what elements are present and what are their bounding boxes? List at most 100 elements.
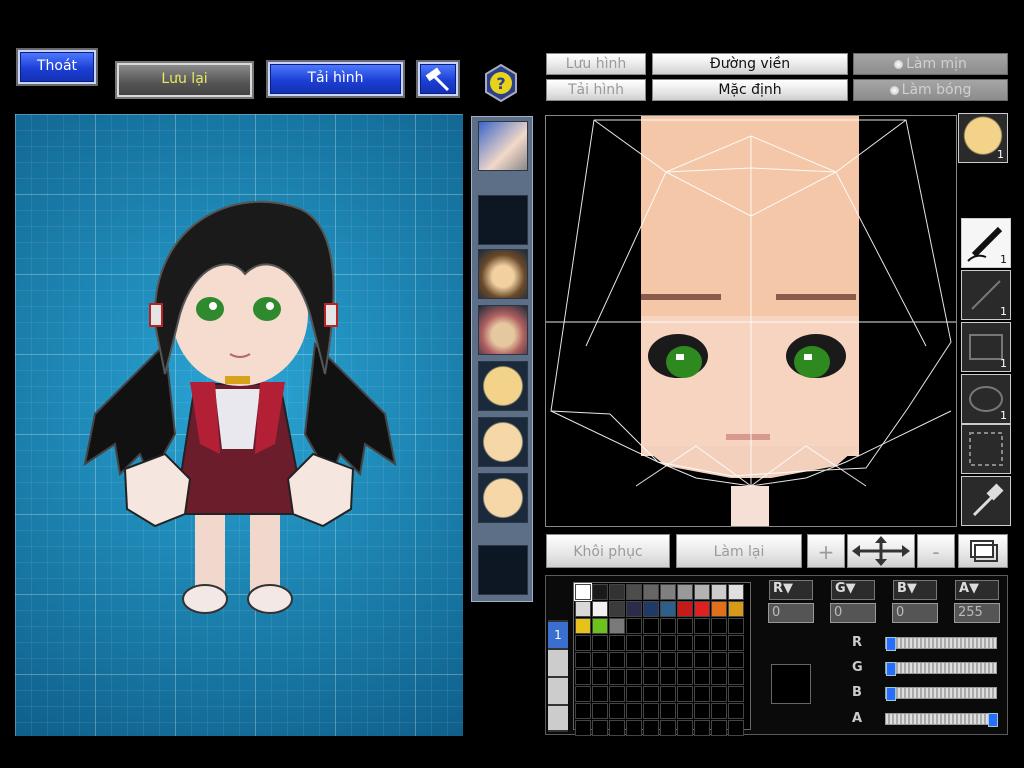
layer-tab[interactable] xyxy=(548,650,568,676)
palette-swatch[interactable] xyxy=(677,652,693,668)
green-channel-dropdown[interactable]: G▼ xyxy=(831,580,875,600)
palette-swatch[interactable] xyxy=(728,618,744,634)
green-slider[interactable] xyxy=(885,662,997,676)
palette-swatch[interactable] xyxy=(660,720,676,736)
layer-toggle-button[interactable] xyxy=(958,534,1008,568)
palette-swatch[interactable] xyxy=(575,720,591,736)
palette-swatch[interactable] xyxy=(575,635,591,651)
palette-swatch[interactable] xyxy=(592,720,608,736)
load-button[interactable]: Tải hình xyxy=(266,60,405,98)
palette-swatch[interactable] xyxy=(643,635,659,651)
selection-tool[interactable] xyxy=(961,424,1011,474)
palette-swatch[interactable] xyxy=(592,669,608,685)
palette-swatch[interactable] xyxy=(575,669,591,685)
palette-swatch[interactable] xyxy=(660,703,676,719)
palette-swatch[interactable] xyxy=(711,618,727,634)
preview-face-button[interactable]: 1 xyxy=(958,113,1008,163)
palette-swatch[interactable] xyxy=(694,601,710,617)
save-image-button[interactable]: Lưu hình xyxy=(546,53,646,75)
palette-swatch[interactable] xyxy=(660,669,676,685)
green-slider-knob[interactable] xyxy=(886,662,896,676)
palette-swatch[interactable] xyxy=(643,720,659,736)
save-button[interactable]: Lưu lại xyxy=(115,61,254,99)
palette-swatch[interactable] xyxy=(711,703,727,719)
palette-swatch[interactable] xyxy=(643,601,659,617)
palette-swatch[interactable] xyxy=(677,601,693,617)
palette-swatch[interactable] xyxy=(660,686,676,702)
palette-swatch[interactable] xyxy=(677,703,693,719)
palette-swatch[interactable] xyxy=(575,703,591,719)
palette-swatch[interactable] xyxy=(575,601,591,617)
palette-swatch[interactable] xyxy=(592,584,608,600)
palette-swatch[interactable] xyxy=(643,652,659,668)
palette-swatch[interactable] xyxy=(592,618,608,634)
palette-swatch[interactable] xyxy=(694,584,710,600)
part-thumbnail-outfit[interactable] xyxy=(478,305,528,355)
palette-swatch[interactable] xyxy=(660,618,676,634)
red-value-field[interactable]: 0 xyxy=(768,603,814,623)
shading-toggle[interactable]: Làm bóng xyxy=(853,79,1008,101)
restore-button[interactable]: Khôi phục xyxy=(546,534,670,568)
palette-swatch[interactable] xyxy=(711,686,727,702)
palette-swatch[interactable] xyxy=(728,703,744,719)
palette-swatch[interactable] xyxy=(677,584,693,600)
palette-swatch[interactable] xyxy=(626,618,642,634)
exit-button[interactable]: Thoát xyxy=(16,48,98,86)
part-thumbnail-empty[interactable] xyxy=(478,195,528,245)
palette-swatch[interactable] xyxy=(609,635,625,651)
palette-swatch[interactable] xyxy=(609,584,625,600)
palette-swatch[interactable] xyxy=(626,584,642,600)
red-slider[interactable] xyxy=(885,637,997,651)
red-channel-dropdown[interactable]: R▼ xyxy=(769,580,813,600)
alpha-value-field[interactable]: 255 xyxy=(954,603,1000,623)
green-value-field[interactable]: 0 xyxy=(830,603,876,623)
palette-swatch[interactable] xyxy=(609,686,625,702)
layer-tab-active[interactable]: 1 xyxy=(548,622,568,648)
character-preview[interactable] xyxy=(15,114,463,736)
pixel-editor-canvas[interactable] xyxy=(545,115,957,527)
palette-swatch[interactable] xyxy=(609,669,625,685)
blue-value-field[interactable]: 0 xyxy=(892,603,938,623)
palette-swatch[interactable] xyxy=(677,686,693,702)
red-slider-knob[interactable] xyxy=(886,637,896,651)
palette-swatch[interactable] xyxy=(728,584,744,600)
palette-swatch[interactable] xyxy=(643,584,659,600)
palette-swatch[interactable] xyxy=(694,703,710,719)
part-thumbnail-ears[interactable] xyxy=(478,249,528,299)
palette-swatch[interactable] xyxy=(592,652,608,668)
palette-swatch[interactable] xyxy=(574,583,592,601)
load-image-button[interactable]: Tải hình xyxy=(546,79,646,101)
palette-grid[interactable] xyxy=(573,582,751,736)
part-thumbnail-face-smile[interactable] xyxy=(478,473,528,523)
palette-swatch[interactable] xyxy=(592,635,608,651)
palette-swatch[interactable] xyxy=(694,686,710,702)
palette-swatch[interactable] xyxy=(609,720,625,736)
palette-swatch[interactable] xyxy=(711,720,727,736)
help-button[interactable]: ? xyxy=(482,63,520,103)
default-button[interactable]: Mặc định xyxy=(652,79,848,101)
palette-swatch[interactable] xyxy=(677,720,693,736)
palette-swatch[interactable] xyxy=(626,652,642,668)
palette-swatch[interactable] xyxy=(626,703,642,719)
zoom-in-button[interactable]: + xyxy=(807,534,845,568)
palette-swatch[interactable] xyxy=(677,618,693,634)
palette-swatch[interactable] xyxy=(711,635,727,651)
palette-swatch[interactable] xyxy=(609,601,625,617)
ellipse-tool[interactable]: 1 xyxy=(961,374,1011,424)
palette-swatch[interactable] xyxy=(609,618,625,634)
palette-swatch[interactable] xyxy=(711,652,727,668)
palette-swatch[interactable] xyxy=(592,686,608,702)
alpha-slider[interactable] xyxy=(885,713,998,727)
palette-swatch[interactable] xyxy=(660,635,676,651)
palette-swatch[interactable] xyxy=(677,635,693,651)
palette-swatch[interactable] xyxy=(728,635,744,651)
outline-button[interactable]: Đường viền xyxy=(652,53,848,75)
part-thumbnail-empty-2[interactable] xyxy=(478,545,528,595)
palette-swatch[interactable] xyxy=(575,618,591,634)
palette-swatch[interactable] xyxy=(728,652,744,668)
palette-swatch[interactable] xyxy=(643,703,659,719)
blue-channel-dropdown[interactable]: B▼ xyxy=(893,580,937,600)
palette-swatch[interactable] xyxy=(711,669,727,685)
hammer-tool-button[interactable] xyxy=(416,60,460,98)
palette-swatch[interactable] xyxy=(660,584,676,600)
